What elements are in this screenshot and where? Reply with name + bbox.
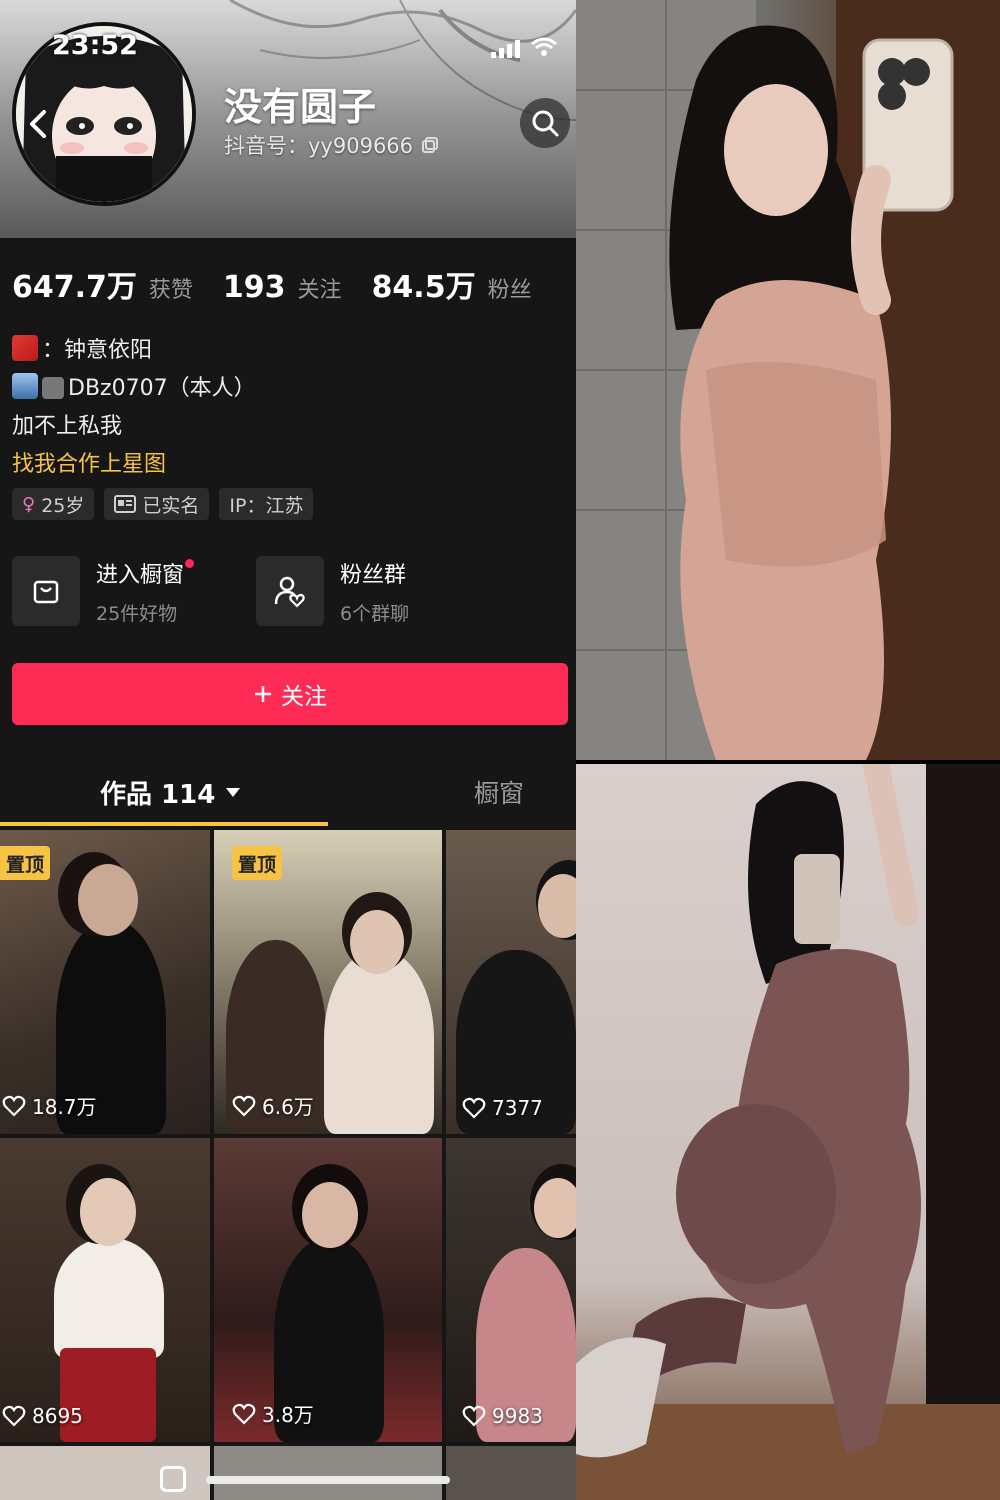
heart-icon: [232, 1403, 256, 1425]
likes-count: 647.7万: [12, 270, 137, 305]
ip-location-tag: IP：江苏: [219, 488, 314, 520]
douyin-profile-screen: 23:52 没有圆子 抖音号：yy909666 647.7万 获赞 193 关注…: [0, 0, 576, 1500]
video-likes: 18.7万: [2, 1091, 97, 1120]
notification-dot: [185, 558, 195, 568]
id-card-icon: [114, 495, 137, 513]
profile-tags: ♀ 25岁 已实名 IP：江苏: [12, 488, 314, 520]
age-tag: ♀ 25岁: [12, 488, 95, 520]
active-tab-indicator: [0, 822, 328, 826]
floating-window-icon[interactable]: [160, 1466, 186, 1492]
content-tabs: 作品 114 橱窗: [0, 760, 576, 826]
bio-line-3: 加不上私我: [12, 414, 123, 439]
followers-count[interactable]: 84.5万: [372, 262, 476, 306]
following-count[interactable]: 193: [223, 270, 286, 305]
verified-tag: 已实名: [104, 488, 210, 520]
video-tile[interactable]: [214, 1446, 442, 1500]
video-tile[interactable]: 置顶 18.7万: [0, 830, 210, 1134]
fan-group-card[interactable]: 粉丝群 6个群聊: [256, 556, 456, 626]
photo-mirror-selfie-top: [576, 0, 1000, 760]
status-icons: [491, 36, 558, 58]
video-likes: 6.6万: [232, 1091, 314, 1120]
profile-bio: ：钟意依阳 DBz0707（本人） 加不上私我 找我合作上星图: [12, 332, 256, 484]
fan-group-title: 粉丝群: [340, 562, 407, 588]
profile-entry-cards: 进入橱窗 25件好物 粉丝群 6个群聊: [12, 556, 456, 626]
video-tile[interactable]: 9983: [446, 1138, 576, 1442]
scarf-emoji-icon: [12, 335, 38, 361]
status-time: 23:52: [52, 30, 138, 61]
chevron-left-icon: [30, 110, 46, 138]
video-likes: 7377: [462, 1096, 543, 1120]
fan-group-icon: [256, 556, 324, 626]
shop-window-card[interactable]: 进入橱窗 25件好物: [12, 556, 212, 626]
likes-label: 获赞: [148, 278, 193, 303]
bio-line-2: DBz0707（本人）: [12, 370, 256, 408]
profile-name: 没有圆子: [224, 85, 377, 129]
video-likes: 3.8万: [232, 1399, 314, 1428]
bio-line-1: ：钟意依阳: [12, 332, 256, 370]
video-tile[interactable]: 置顶 6.6万: [214, 830, 442, 1134]
plus-emoji-icon: [42, 377, 64, 399]
video-thumbnail-head: [78, 864, 138, 936]
search-button[interactable]: [520, 98, 570, 148]
person-suit-emoji-icon: [12, 373, 38, 399]
heart-icon: [462, 1097, 486, 1119]
tab-shop-window[interactable]: 橱窗: [474, 774, 524, 810]
plus-icon: [255, 686, 271, 702]
wifi-icon: [531, 37, 557, 56]
photo-mirror-selfie-bottom: [576, 764, 1000, 1500]
following-label[interactable]: 关注: [298, 272, 342, 304]
profile-header: 23:52 没有圆子 抖音号：yy909666: [0, 0, 576, 238]
tab-works[interactable]: 作品 114: [100, 774, 241, 811]
video-likes: 8695: [2, 1404, 83, 1428]
signal-icon: [491, 40, 520, 58]
douyin-id-row: 抖音号：yy909666: [224, 130, 439, 160]
shop-window-subtitle: 25件好物: [96, 602, 178, 625]
video-thumbnail-head: [80, 1178, 136, 1246]
video-thumbnail-head: [538, 874, 576, 938]
pinned-badge: 置顶: [0, 846, 51, 880]
video-thumbnail-head: [302, 1182, 358, 1248]
shopping-bag-icon: [12, 556, 80, 626]
profile-stats: 647.7万 获赞 193 关注 84.5万 粉丝: [12, 262, 550, 306]
video-thumbnail-head: [350, 910, 404, 974]
shop-window-title: 进入橱窗: [96, 557, 195, 589]
heart-icon: [2, 1405, 26, 1427]
back-button[interactable]: [22, 104, 56, 144]
follow-button[interactable]: 关注: [12, 663, 568, 725]
female-icon: ♀: [22, 493, 36, 515]
video-likes: 9983: [462, 1404, 543, 1428]
video-tile[interactable]: [446, 1446, 576, 1500]
video-grid: 置顶 18.7万 置顶 6.6万 7377 8695 3.8万 9983: [0, 830, 576, 1500]
pinned-badge: 置顶: [232, 846, 283, 880]
photo-illustration: [576, 764, 1000, 1500]
heart-icon: [2, 1095, 26, 1117]
caret-down-icon: [226, 787, 241, 797]
douyin-id: 抖音号：yy909666: [224, 134, 414, 158]
fan-group-subtitle: 6个群聊: [340, 602, 410, 625]
search-icon: [532, 110, 559, 137]
video-tile[interactable]: 3.8万: [214, 1138, 442, 1442]
copy-icon[interactable]: [421, 136, 439, 154]
video-tile[interactable]: 8695: [0, 1138, 210, 1442]
heart-icon: [462, 1405, 486, 1427]
followers-label[interactable]: 粉丝: [488, 272, 532, 304]
video-tile[interactable]: 7377: [446, 830, 576, 1134]
video-thumbnail: [54, 1238, 164, 1358]
photo-illustration: [576, 0, 1000, 760]
star-cooperation-link[interactable]: 找我合作上星图: [12, 446, 256, 484]
video-thumbnail: [324, 950, 434, 1134]
home-indicator: [206, 1476, 450, 1484]
video-thumbnail-head: [534, 1178, 576, 1238]
heart-icon: [232, 1095, 256, 1117]
